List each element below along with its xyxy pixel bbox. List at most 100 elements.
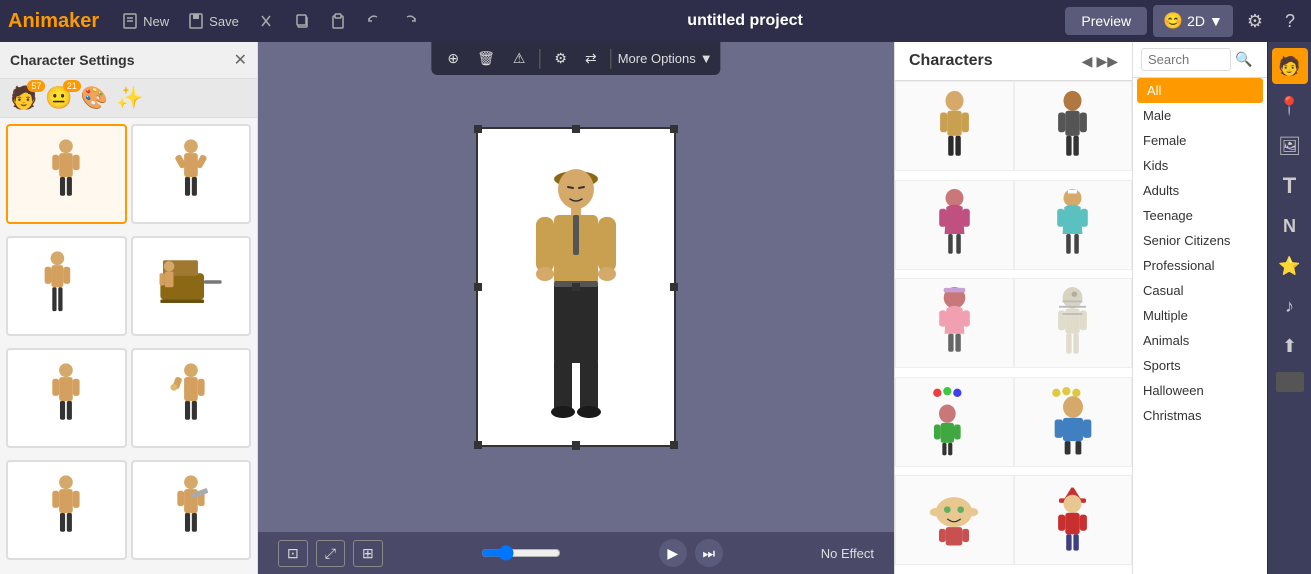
filter-item-kids[interactable]: Kids <box>1133 153 1267 178</box>
panel-prev-arrow[interactable]: ◀ <box>1082 53 1093 70</box>
play-button[interactable]: ▶ <box>659 539 687 567</box>
sidebar-icon-character[interactable]: 🧑 <box>1272 48 1308 84</box>
tab-magic[interactable]: ✨ <box>116 85 143 111</box>
help-icon[interactable]: ? <box>1277 7 1303 36</box>
sidebar-icon-text[interactable]: T <box>1272 168 1308 204</box>
pose-thumb-7[interactable] <box>6 460 127 560</box>
tab-poses[interactable]: 🧑 57 <box>10 85 37 111</box>
copy-button[interactable] <box>287 8 317 34</box>
handle-ml[interactable] <box>474 283 482 291</box>
main-character <box>516 147 636 427</box>
filter-item-female[interactable]: Female <box>1133 128 1267 153</box>
handle-bl[interactable] <box>474 441 482 449</box>
sidebar-icon-upload[interactable]: ⬆ <box>1272 328 1308 364</box>
pose-thumb-8[interactable] <box>131 460 252 560</box>
panel-tabs: 🧑 57 😐 21 🎨 ✨ <box>0 79 257 118</box>
pose-thumb-1[interactable] <box>6 124 127 224</box>
pose-thumb-4[interactable] <box>131 236 252 336</box>
handle-bc[interactable] <box>572 441 580 449</box>
filter-item-adults[interactable]: Adults <box>1133 178 1267 203</box>
filter-item-male[interactable]: Male <box>1133 103 1267 128</box>
search-button[interactable]: 🔍 <box>1235 51 1252 68</box>
handle-tc[interactable] <box>572 125 580 133</box>
character-item-7[interactable] <box>895 377 1014 467</box>
preview-button[interactable]: Preview <box>1065 7 1147 35</box>
fit-view-button[interactable]: ⊡ <box>278 540 308 567</box>
character-item-2[interactable] <box>1014 81 1133 171</box>
filter-item-halloween[interactable]: Halloween <box>1133 378 1267 403</box>
canvas-frame[interactable] <box>476 127 676 447</box>
canvas-context-toolbar: ⊕ 🗑 ⚠ ⚙ ⇄ More Options ▼ <box>431 42 720 75</box>
save-button[interactable]: Save <box>181 8 245 34</box>
canvas-tool-warning[interactable]: ⚠ <box>505 46 534 71</box>
next-frame-button[interactable]: ⏭ <box>695 539 723 567</box>
zoom-slider[interactable] <box>481 545 561 561</box>
filter-item-senior-citizens[interactable]: Senior Citizens <box>1133 228 1267 253</box>
sidebar-icon-image[interactable]: 🖼 <box>1272 128 1308 164</box>
characters-panel-title: Characters <box>909 52 993 70</box>
panel-nav-arrows: ◀ ▶▶ <box>1082 53 1118 70</box>
panel-header: Character Settings ✕ <box>0 42 257 79</box>
filter-item-christmas[interactable]: Christmas <box>1133 403 1267 428</box>
canvas-tool-target[interactable]: ⊕ <box>439 46 467 71</box>
canvas-tool-delete[interactable]: 🗑 <box>469 46 503 71</box>
settings-icon[interactable]: ⚙ <box>1239 7 1271 36</box>
sidebar-icon-location[interactable]: 📍 <box>1272 88 1308 124</box>
fullscreen-button[interactable]: ⤢ <box>316 540 345 567</box>
sidebar-icon-effects[interactable]: ⭐ <box>1272 248 1308 284</box>
more-options-label: More Options ▼ <box>618 51 713 66</box>
sidebar-icon-audio[interactable]: ♪ <box>1272 288 1308 324</box>
panel-next-arrow[interactable]: ▶▶ <box>1096 53 1118 70</box>
character-item-4[interactable] <box>1014 180 1133 270</box>
grid-button[interactable]: ⊞ <box>353 540 383 567</box>
handle-tl[interactable] <box>474 125 482 133</box>
close-panel-button[interactable]: ✕ <box>234 50 247 70</box>
canvas-tool-settings[interactable]: ⚙ <box>546 46 575 71</box>
paste-button[interactable] <box>323 8 353 34</box>
pose-thumb-2[interactable] <box>131 124 252 224</box>
view-mode-selector[interactable]: 😊 2D ▼ <box>1153 5 1233 37</box>
character-item-9[interactable] <box>895 475 1014 565</box>
filter-item-professional[interactable]: Professional <box>1133 253 1267 278</box>
filter-item-sports[interactable]: Sports <box>1133 353 1267 378</box>
character-item-3[interactable] <box>895 180 1014 270</box>
new-button[interactable]: New <box>115 8 175 34</box>
pose-thumb-5[interactable] <box>6 348 127 448</box>
cut-button[interactable] <box>251 8 281 34</box>
canvas-tool-swap[interactable]: ⇄ <box>577 46 605 71</box>
filter-item-casual[interactable]: Casual <box>1133 278 1267 303</box>
redo-button[interactable] <box>395 8 425 34</box>
characters-panel: Characters ◀ ▶▶ <box>894 42 1132 574</box>
tab-colors[interactable]: 🎨 <box>81 85 108 111</box>
main-area: Character Settings ✕ 🧑 57 😐 21 🎨 ✨ <box>0 42 1311 574</box>
undo-button[interactable] <box>359 8 389 34</box>
canvas[interactable] <box>258 42 894 532</box>
character-item-10[interactable] <box>1014 475 1133 565</box>
zoom-control <box>481 545 561 561</box>
character-item-5[interactable] <box>895 278 1014 368</box>
brand-logo: Animaker <box>8 10 99 33</box>
tab-faces[interactable]: 😐 21 <box>45 85 72 111</box>
characters-panel-header: Characters ◀ ▶▶ <box>895 42 1132 81</box>
filter-item-teenage[interactable]: Teenage <box>1133 203 1267 228</box>
filter-panel: 🔍 AllMaleFemaleKidsAdultsTeenageSenior C… <box>1132 42 1267 574</box>
handle-mr[interactable] <box>670 283 678 291</box>
character-item-6[interactable] <box>1014 278 1133 368</box>
handle-br[interactable] <box>670 441 678 449</box>
pose-thumb-6[interactable] <box>131 348 252 448</box>
pose-thumb-3[interactable] <box>6 236 127 336</box>
filter-search-bar: 🔍 <box>1133 42 1267 78</box>
character-item-1[interactable] <box>895 81 1014 171</box>
sidebar-icon-numbers[interactable]: N <box>1272 208 1308 244</box>
left-panel: Character Settings ✕ 🧑 57 😐 21 🎨 ✨ <box>0 42 258 574</box>
right-sidebar: 🧑 📍 🖼 T N ⭐ ♪ ⬆ <box>1267 42 1311 574</box>
filter-item-multiple[interactable]: Multiple <box>1133 303 1267 328</box>
search-input[interactable] <box>1141 48 1231 71</box>
filter-item-animals[interactable]: Animals <box>1133 328 1267 353</box>
playback-controls: ▶ ⏭ <box>659 539 723 567</box>
filter-item-all[interactable]: All <box>1137 78 1263 103</box>
character-item-8[interactable] <box>1014 377 1133 467</box>
canvas-area: ⊕ 🗑 ⚠ ⚙ ⇄ More Options ▼ <box>258 42 894 574</box>
handle-tr[interactable] <box>670 125 678 133</box>
sidebar-icon-background[interactable] <box>1276 372 1304 392</box>
